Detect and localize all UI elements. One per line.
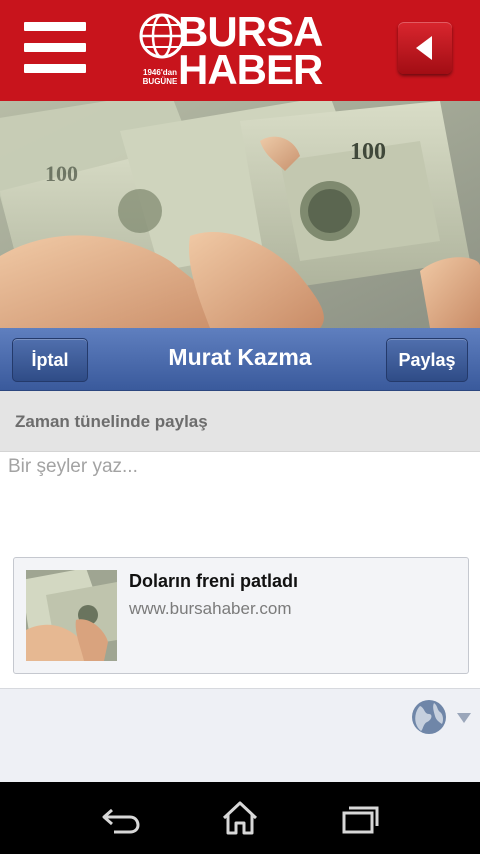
back-arrow-icon[interactable] <box>398 22 452 74</box>
svg-text:100: 100 <box>350 139 386 165</box>
post-text-input[interactable] <box>0 452 480 552</box>
share-target-selector[interactable]: Zaman tünelinde paylaş <box>0 391 480 452</box>
hamburger-menu-icon[interactable] <box>24 22 86 74</box>
cancel-button[interactable]: İptal <box>12 338 88 382</box>
compose-area: Doların freni patladı www.bursahaber.com <box>0 452 480 689</box>
audience-selector[interactable] <box>410 698 472 736</box>
back-icon[interactable] <box>94 796 150 840</box>
share-dialog-header: İptal Murat Kazma Paylaş <box>0 328 480 391</box>
dollar-bills-photo: 100 100 <box>0 101 480 328</box>
link-preview-title: Doların freni patladı <box>129 571 299 591</box>
app-header: BURSA HABER 1946'dan BUGÜNE <box>0 0 480 101</box>
logo-tagline-line2: BUGÜNE <box>142 77 178 86</box>
share-button[interactable]: Paylaş <box>386 338 468 382</box>
system-navigation-bar <box>0 782 480 854</box>
article-hero-image: 100 100 <box>0 101 480 328</box>
bursa-haber-logo[interactable]: BURSA HABER 1946'dan BUGÜNE <box>138 8 348 93</box>
logo-word-haber: HABER <box>178 46 323 93</box>
svg-text:100: 100 <box>45 161 78 186</box>
dialog-title: Murat Kazma <box>168 344 312 370</box>
home-icon[interactable] <box>212 796 268 840</box>
logo-tagline: 1946'dan BUGÜNE <box>138 68 182 86</box>
recent-apps-icon[interactable] <box>332 796 388 840</box>
logo-tagline-line1: 1946'dan <box>143 68 177 77</box>
link-preview-thumbnail <box>26 570 117 661</box>
link-preview-card: Doların freni patladı www.bursahaber.com <box>13 557 469 674</box>
share-target-label: Zaman tünelinde paylaş <box>15 412 208 431</box>
link-preview-url: www.bursahaber.com <box>129 599 292 618</box>
globe-icon <box>412 700 446 734</box>
chevron-down-icon <box>457 713 471 723</box>
